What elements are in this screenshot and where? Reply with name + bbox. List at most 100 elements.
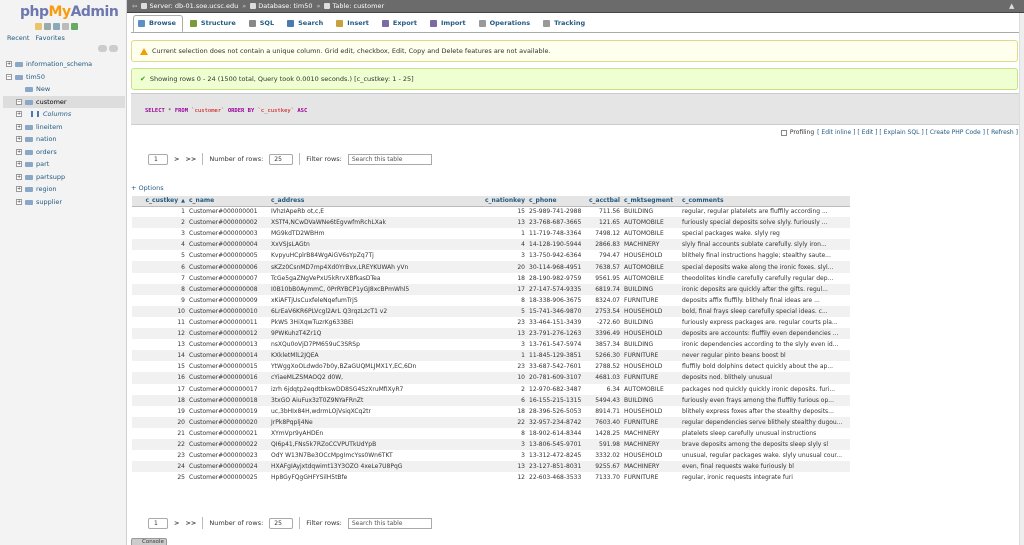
- tab-structure[interactable]: Structure: [186, 15, 242, 32]
- column-header-c-acctbal[interactable]: c_acctbal: [587, 196, 622, 207]
- cell-c-comments: deposits are accounts: fluffily even dep…: [680, 328, 850, 340]
- table-row: 23 Customer#000000023 OdY W13N7Be3OCcMpgIm…: [132, 450, 850, 461]
- cell-c-acctbal: 1428.25: [595, 429, 620, 437]
- settings-icon[interactable]: [62, 23, 69, 30]
- query-action-links[interactable]: [ Edit inline ] [ Edit ] [ Explain SQL ]…: [817, 129, 1018, 136]
- tab-insert[interactable]: Insert: [332, 15, 375, 32]
- tab-recent[interactable]: Recent: [7, 34, 29, 42]
- cell-c-mktsegment: HOUSEHOLD: [622, 305, 680, 317]
- cell-c-comments: fluffily bold dolphins detect quickly ab…: [682, 363, 834, 371]
- column-header-c-mktsegment[interactable]: c_mktsegment: [622, 196, 680, 207]
- import-icon: [430, 20, 437, 27]
- breadcrumb-database[interactable]: Database: tim50: [250, 2, 312, 10]
- cell-c-nationkey: 3: [521, 341, 525, 349]
- breadcrumb-server[interactable]: Server: db-01.soe.ucsc.edu: [141, 2, 238, 10]
- last-page-button[interactable]: >>: [185, 519, 196, 527]
- cell-c-custkey: 24: [132, 461, 187, 473]
- docs-icon[interactable]: [53, 23, 60, 30]
- last-page-button[interactable]: >>: [185, 155, 196, 163]
- tree-item[interactable]: + lineitem: [3, 121, 125, 134]
- cell-c-custkey: 5: [181, 252, 185, 260]
- table-row: 22 Customer#000000022 QI6p41,FNs5k7RZoCCVP…: [132, 438, 850, 451]
- tab-export[interactable]: Export: [378, 15, 423, 32]
- cell-c-comments: regular dependencies serve blithely stea…: [680, 416, 850, 428]
- cell-c-address: cYiaeMLZSMAOQ2 d0W,: [269, 372, 479, 384]
- tree-item[interactable]: − tim50: [3, 71, 125, 84]
- logout-icon[interactable]: [44, 23, 51, 30]
- breadcrumb-table[interactable]: Table: customer: [324, 2, 384, 10]
- tab-search[interactable]: Search: [283, 15, 329, 32]
- tab-browse[interactable]: Browse: [133, 15, 183, 32]
- expand-toggle-icon[interactable]: +: [16, 123, 22, 130]
- tab-tracking[interactable]: Tracking: [539, 15, 591, 32]
- cell-c-mktsegment: BUILDING: [622, 394, 680, 406]
- tree-item[interactable]: + Columns: [3, 108, 125, 121]
- rows-select[interactable]: 25: [269, 153, 294, 165]
- column-header-c-address[interactable]: c_address: [269, 196, 479, 207]
- scroll-up-icon[interactable]: ▲: [1009, 2, 1016, 10]
- link-icon[interactable]: [109, 45, 118, 52]
- pager-divider: [299, 153, 301, 165]
- sql-query-box[interactable]: SELECT * FROM `customer` ORDER BY `c_cus…: [131, 93, 1020, 125]
- next-page-button[interactable]: >: [174, 155, 179, 163]
- page-select[interactable]: 1: [148, 517, 168, 529]
- table-icon: [25, 137, 33, 142]
- cell-c-name: Customer#000000005: [189, 252, 258, 260]
- tree-item[interactable]: + part: [3, 158, 125, 171]
- filter-input[interactable]: Search this table: [347, 153, 432, 165]
- column-header-c-custkey[interactable]: c_custkey ▲: [132, 196, 187, 207]
- reload-icon[interactable]: [71, 23, 78, 30]
- sql-query[interactable]: SELECT * FROM `customer` ORDER BY `c_cus…: [145, 108, 307, 114]
- cell-c-custkey: 14: [132, 350, 187, 362]
- expand-toggle-icon[interactable]: +: [6, 61, 12, 67]
- tree-item[interactable]: + supplier: [3, 196, 125, 209]
- cell-c-acctbal: -272.60: [596, 318, 620, 326]
- expand-toggle-icon[interactable]: +: [16, 148, 22, 155]
- tab-sql[interactable]: SQL: [245, 15, 280, 32]
- column-header-c-name[interactable]: c_name: [187, 196, 269, 207]
- cell-c-name: Customer#000000003: [189, 230, 258, 238]
- console-toggle[interactable]: Console: [131, 538, 167, 545]
- page-scrollbar[interactable]: [1019, 13, 1024, 545]
- back-icon[interactable]: ⇦: [132, 2, 137, 10]
- column-header-c-nationkey[interactable]: c_nationkey: [479, 196, 527, 207]
- expand-toggle-icon[interactable]: −: [6, 73, 12, 80]
- column-header-c-comments[interactable]: c_comments: [680, 196, 850, 207]
- expand-toggle-icon[interactable]: +: [16, 173, 22, 180]
- collapse-all-icon[interactable]: [98, 45, 107, 52]
- cell-c-nationkey: 1: [521, 230, 525, 238]
- home-icon[interactable]: [35, 23, 42, 30]
- page-select[interactable]: 1: [148, 153, 168, 165]
- tree-item-label: lineitem: [36, 122, 63, 131]
- tree-item[interactable]: − customer: [3, 95, 125, 108]
- column-header-c-phone[interactable]: c_phone: [527, 196, 587, 207]
- expand-toggle-icon[interactable]: −: [16, 98, 22, 105]
- tree-item[interactable]: New: [3, 83, 125, 96]
- options-toggle[interactable]: + Options: [131, 184, 164, 192]
- tree-item[interactable]: + nation: [3, 133, 125, 146]
- cell-c-phone: 18-338-906-3675: [529, 296, 582, 304]
- cell-c-custkey: 15: [177, 363, 185, 371]
- tree-item[interactable]: + information_schema: [3, 58, 125, 71]
- filter-input[interactable]: Search this table: [347, 517, 432, 529]
- tab-operations[interactable]: Operations: [475, 15, 536, 32]
- profiling-checkbox[interactable]: [780, 129, 787, 136]
- expand-toggle-icon[interactable]: +: [16, 136, 22, 142]
- tab-favorites[interactable]: Favorites: [35, 34, 64, 42]
- tree-item[interactable]: + orders: [3, 146, 125, 159]
- expand-toggle-icon[interactable]: +: [16, 198, 22, 205]
- expand-toggle-icon[interactable]: +: [16, 111, 22, 117]
- tab-import[interactable]: Import: [426, 15, 472, 32]
- expand-toggle-icon[interactable]: +: [16, 186, 22, 192]
- cell-c-name: Customer#000000002: [187, 217, 269, 229]
- cell-c-nationkey: 1: [479, 350, 527, 362]
- table-row: 24 Customer#000000024 HXAFgIAyjxtdqwimt13Y…: [132, 461, 850, 473]
- cell-c-mktsegment: FURNITURE: [624, 474, 659, 482]
- rows-select[interactable]: 25: [269, 517, 294, 529]
- phpmyadmin-logo[interactable]: phpMyAdmin: [20, 4, 119, 20]
- sort-ascending-icon[interactable]: ▲: [181, 198, 185, 204]
- tree-item[interactable]: + region: [3, 183, 125, 196]
- expand-toggle-icon[interactable]: +: [16, 161, 22, 167]
- tree-item[interactable]: + partsupp: [3, 171, 125, 184]
- next-page-button[interactable]: >: [174, 519, 179, 527]
